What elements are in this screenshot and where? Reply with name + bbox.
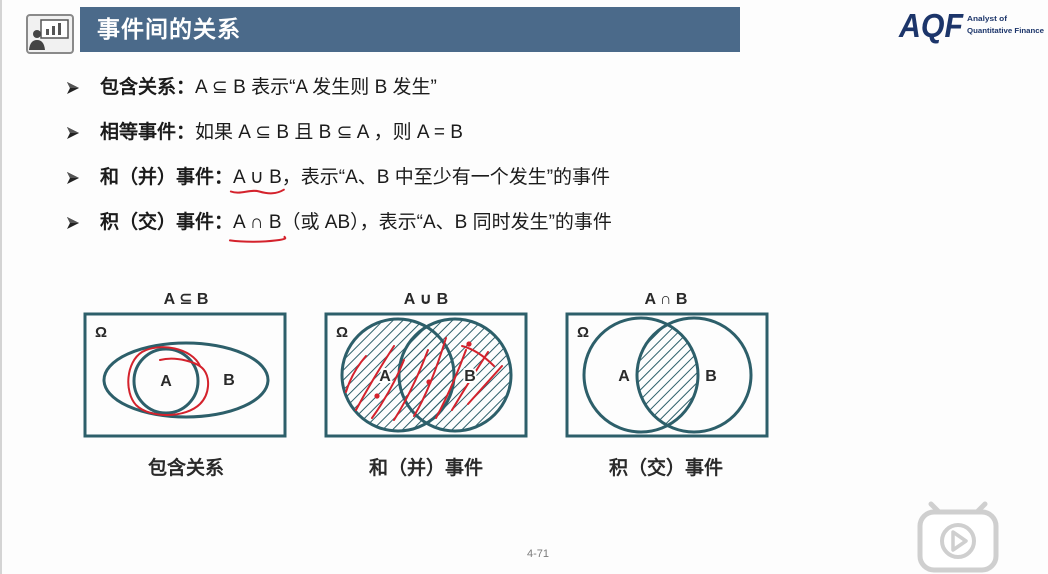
bullet-item: 相等事件： 如果 A ⊆ B 且 B ⊆ A ，则 A = B bbox=[66, 120, 463, 146]
logo-tagline-line2: Quantitative Finance bbox=[967, 26, 1044, 35]
set-b-label: B bbox=[464, 368, 476, 385]
handwritten-underline bbox=[229, 235, 286, 244]
bullet-term: 积（交）事件： bbox=[100, 212, 234, 233]
title-bar: 事件间的关系 bbox=[80, 7, 740, 52]
arrow-bullet-icon bbox=[67, 217, 79, 229]
bullet-text: 如果 A ⊆ B 且 B ⊆ A ，则 A = B bbox=[195, 122, 463, 143]
set-a-label: A bbox=[379, 368, 391, 385]
bullet-item: 积（交）事件： A ∩ B （或 AB），表示“A、B 同时发生”的事件 bbox=[66, 210, 612, 236]
universe-symbol: Ω bbox=[336, 324, 348, 341]
play-icon[interactable] bbox=[916, 500, 1000, 574]
video-play-button[interactable] bbox=[916, 500, 1000, 574]
set-b-label: B bbox=[705, 368, 717, 385]
bullet-highlight-text: A ∩ B bbox=[233, 212, 282, 233]
bullet-text: （或 AB），表示“A、B 同时发生”的事件 bbox=[281, 212, 612, 233]
diagram-label: A ∩ B bbox=[645, 291, 688, 308]
set-b-label: B bbox=[223, 372, 235, 389]
venn-union-diagram: A ∪ B Ω A B 和（并）事件 bbox=[324, 291, 528, 479]
arrow-bullet-icon bbox=[67, 172, 79, 184]
logo-tagline-line1: Analyst of bbox=[967, 14, 1008, 23]
bullet-highlight-text: A ∪ B bbox=[233, 167, 282, 188]
page-title: 事件间的关系 bbox=[97, 16, 241, 42]
venn-intersection-diagram: A ∩ B Ω A B 积（交）事件 bbox=[565, 291, 769, 479]
venn-diagrams: A ⊆ B Ω A B 包含关系 A ∪ B Ω A B 和（并）事件 A ∩ … bbox=[83, 291, 769, 479]
bullet-term: 包含关系： bbox=[100, 77, 196, 98]
diagram-caption: 和（并）事件 bbox=[369, 456, 483, 479]
bullet-text: A ⊆ B 表示“A 发生则 B 发生” bbox=[195, 77, 437, 98]
bullet-highlight: A ∩ B bbox=[233, 210, 282, 236]
bullet-item: 和（并）事件： A ∪ B ，表示“A、B 中至少有一个发生”的事件 bbox=[66, 165, 610, 191]
page-number: 4-71 bbox=[526, 548, 550, 560]
video-frame[interactable]: 事件间的关系 AQF Analyst of Quantitative Finan… bbox=[0, 0, 1048, 574]
universe-symbol: Ω bbox=[95, 324, 107, 341]
bullet-term: 和（并）事件： bbox=[100, 167, 234, 188]
diagram-caption: 包含关系 bbox=[148, 456, 224, 479]
venn-subset-diagram: A ⊆ B Ω A B 包含关系 bbox=[83, 291, 287, 479]
diagram-label: A ⊆ B bbox=[164, 291, 209, 308]
bullet-item: 包含关系： A ⊆ B 表示“A 发生则 B 发生” bbox=[66, 75, 437, 101]
aqf-logo: AQF Analyst of Quantitative Finance bbox=[898, 7, 1044, 44]
arrow-bullet-icon bbox=[67, 127, 79, 139]
presenter-icon bbox=[26, 14, 74, 54]
set-a-label: A bbox=[160, 373, 172, 390]
logo-mark: AQF bbox=[898, 7, 964, 44]
bullet-text: ，表示“A、B 中至少有一个发生”的事件 bbox=[281, 167, 611, 188]
arrow-bullet-icon bbox=[67, 82, 79, 94]
diagram-caption: 积（交）事件 bbox=[609, 456, 723, 479]
bullet-highlight: A ∪ B bbox=[233, 165, 282, 191]
set-a-label: A bbox=[618, 368, 630, 385]
diagram-label: A ∪ B bbox=[404, 291, 448, 308]
universe-symbol: Ω bbox=[577, 324, 589, 341]
handwritten-underline bbox=[229, 187, 286, 196]
bullet-term: 相等事件： bbox=[100, 122, 196, 143]
